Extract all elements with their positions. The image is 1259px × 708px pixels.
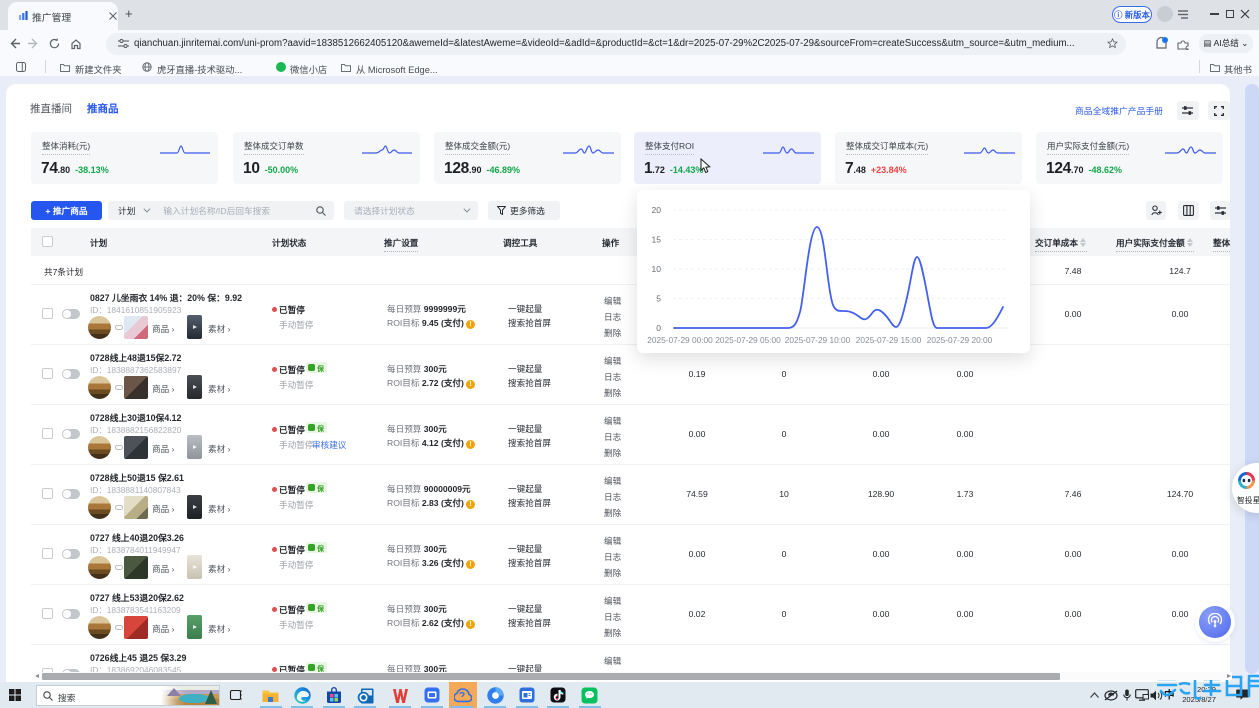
svg-text:2025-07-29 00:00: 2025-07-29 00:00	[647, 335, 713, 345]
svg-text:0: 0	[656, 323, 661, 333]
svg-text:2025-07-29 05:00: 2025-07-29 05:00	[715, 335, 781, 345]
svg-text:2025-07-29 10:00: 2025-07-29 10:00	[785, 335, 851, 345]
svg-text:2025-07-29 15:00: 2025-07-29 15:00	[856, 335, 922, 345]
svg-text:5: 5	[656, 294, 661, 304]
svg-text:10: 10	[652, 264, 662, 274]
svg-text:2025-07-29 20:00: 2025-07-29 20:00	[927, 335, 993, 345]
svg-text:20: 20	[652, 205, 662, 215]
svg-text:15: 15	[652, 235, 662, 245]
